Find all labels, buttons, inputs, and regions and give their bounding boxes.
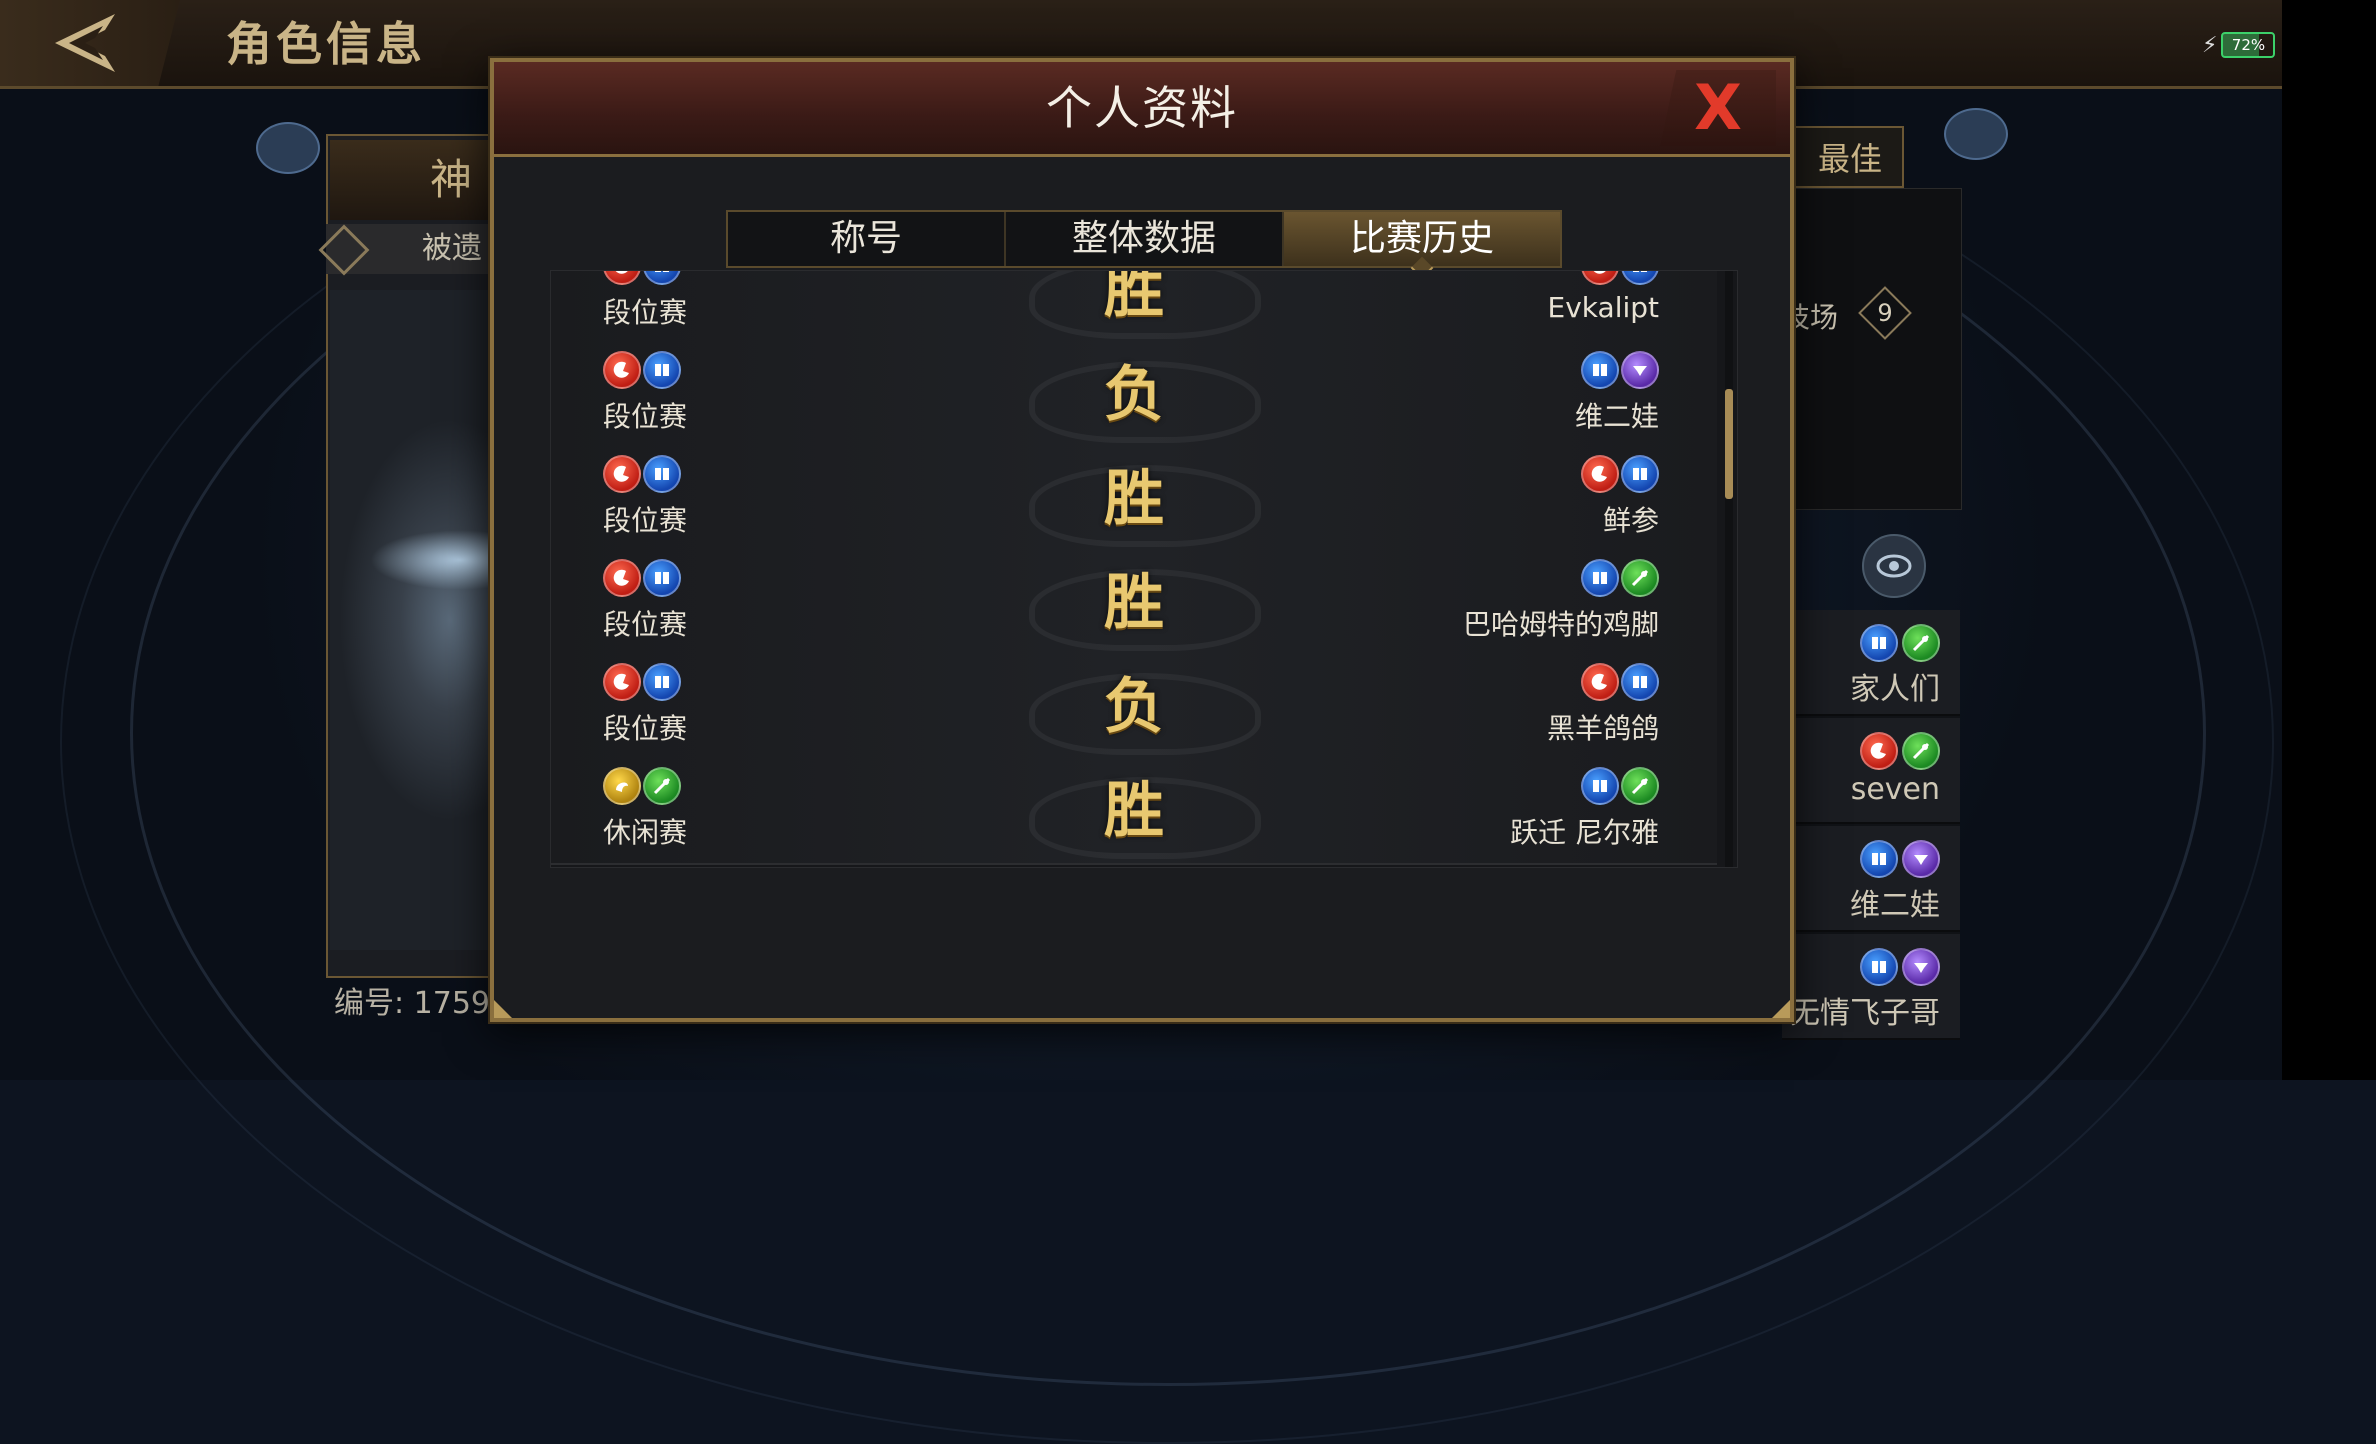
red-class-icon	[1581, 271, 1619, 285]
friend-name: 家人们	[1850, 672, 1940, 707]
profile-tabs: 称号 整体数据 比赛历史	[726, 210, 1562, 268]
tab-titles[interactable]: 称号	[728, 212, 1006, 266]
battery-level: 72%	[2221, 32, 2276, 58]
purple-class-icon	[1902, 948, 1940, 986]
blue-class-icon	[1581, 351, 1619, 389]
match-result: 负	[1104, 360, 1164, 430]
corner-ornament-left	[494, 1000, 512, 1018]
page-title: 角色信息	[226, 17, 426, 71]
opponent-class-icons	[1581, 271, 1659, 285]
opponent-name: 维二娃	[1574, 400, 1659, 433]
opponent-name: 跃迁 尼尔雅	[1510, 816, 1659, 849]
friend-name: seven	[1850, 772, 1940, 807]
purple-class-icon	[1902, 840, 1940, 878]
character-id: 编号: 1759	[334, 986, 490, 1021]
scrollbar-thumb[interactable]	[1725, 389, 1733, 499]
friend-name: 维二娃	[1850, 888, 1940, 923]
tab-match-history[interactable]: 比赛历史	[1284, 212, 1560, 266]
match-row[interactable]: 休闲赛胜跃迁 尼尔雅	[551, 759, 1717, 865]
blue-class-icon	[1621, 663, 1659, 701]
moon-ornament-left	[256, 122, 320, 174]
charging-icon: ⚡	[2202, 32, 2218, 58]
blue-class-icon	[1581, 559, 1619, 597]
opponent-class-icons	[1581, 455, 1659, 493]
blue-class-icon	[1621, 455, 1659, 493]
opponent-class-icons	[1581, 559, 1659, 597]
match-row[interactable]: 段位赛负黑羊鸽鸽	[551, 655, 1717, 761]
green-class-icon	[1902, 624, 1940, 662]
close-icon: X	[1694, 71, 1742, 144]
back-arrow-icon	[55, 14, 115, 72]
friend-class-icons	[1860, 732, 1940, 770]
green-class-icon	[1621, 767, 1659, 805]
friend-item[interactable]: 无情飞子哥	[1782, 934, 1960, 1040]
red-class-icon	[1581, 455, 1619, 493]
opponent-name: 巴哈姆特的鸡脚	[1462, 608, 1659, 641]
stats-panel	[1780, 188, 1962, 510]
friend-item[interactable]: seven	[1782, 718, 1960, 824]
match-history-list[interactable]: 段位赛胜 Evkalipt 段位赛负维二娃 段位赛胜鲜参 段位赛胜巴哈姆特的鸡脚 段位赛负…	[550, 270, 1738, 868]
battery-indicator: ⚡ 72%	[2202, 32, 2276, 58]
corner-ornament-right	[1772, 1000, 1790, 1018]
opponent-class-icons	[1581, 663, 1659, 701]
red-class-icon	[1581, 663, 1619, 701]
blue-class-icon	[1860, 840, 1898, 878]
match-result: 胜	[1104, 270, 1164, 326]
purple-class-icon	[1621, 351, 1659, 389]
opponent-class-icons	[1581, 767, 1659, 805]
match-row[interactable]: 段位赛胜巴哈姆特的鸡脚	[551, 551, 1717, 657]
blue-class-icon	[1581, 767, 1619, 805]
scrollbar[interactable]	[1725, 271, 1733, 867]
opponent-name: 鲜参	[1602, 504, 1659, 537]
match-row[interactable]: 段位赛负维二娃	[551, 343, 1717, 449]
friend-class-icons	[1860, 624, 1940, 662]
friend-item[interactable]: 维二娃	[1782, 826, 1960, 932]
tab-overall-stats[interactable]: 整体数据	[1006, 212, 1284, 266]
friend-list: 家人们 seven 维二娃无情飞子哥	[1782, 610, 1960, 1040]
moon-ornament-right	[1944, 108, 2008, 160]
match-row[interactable]: 段位赛胜鲜参	[551, 447, 1717, 553]
modal-header: 个人资料 X	[494, 62, 1790, 157]
friend-class-icons	[1860, 840, 1940, 878]
opponent-class-icons	[1581, 351, 1659, 389]
match-result: 胜	[1104, 464, 1164, 534]
modal-title: 个人资料	[1046, 81, 1238, 135]
friend-item[interactable]: 家人们	[1782, 610, 1960, 716]
back-button[interactable]	[0, 0, 180, 86]
blue-class-icon	[1860, 948, 1898, 986]
green-class-icon	[1902, 732, 1940, 770]
red-class-icon	[1860, 732, 1898, 770]
profile-modal: 个人资料 X 称号 整体数据 比赛历史 段位赛胜 Evkalipt 段位赛负维二娃段…	[490, 58, 1794, 1022]
match-result: 负	[1104, 672, 1164, 742]
blue-class-icon	[1860, 624, 1898, 662]
opponent-name: 黑羊鸽鸽	[1546, 712, 1659, 745]
blue-class-icon	[1621, 271, 1659, 285]
opponent-name: Evkalipt	[1547, 291, 1659, 324]
eye-icon[interactable]	[1862, 534, 1926, 598]
match-row[interactable]: 段位赛胜 Evkalipt	[551, 270, 1717, 345]
friend-name: 无情飞子哥	[1790, 996, 1940, 1031]
screen-edge	[2282, 0, 2376, 1080]
friend-class-icons	[1860, 948, 1940, 986]
close-button[interactable]: X	[1660, 70, 1776, 146]
green-class-icon	[1621, 559, 1659, 597]
